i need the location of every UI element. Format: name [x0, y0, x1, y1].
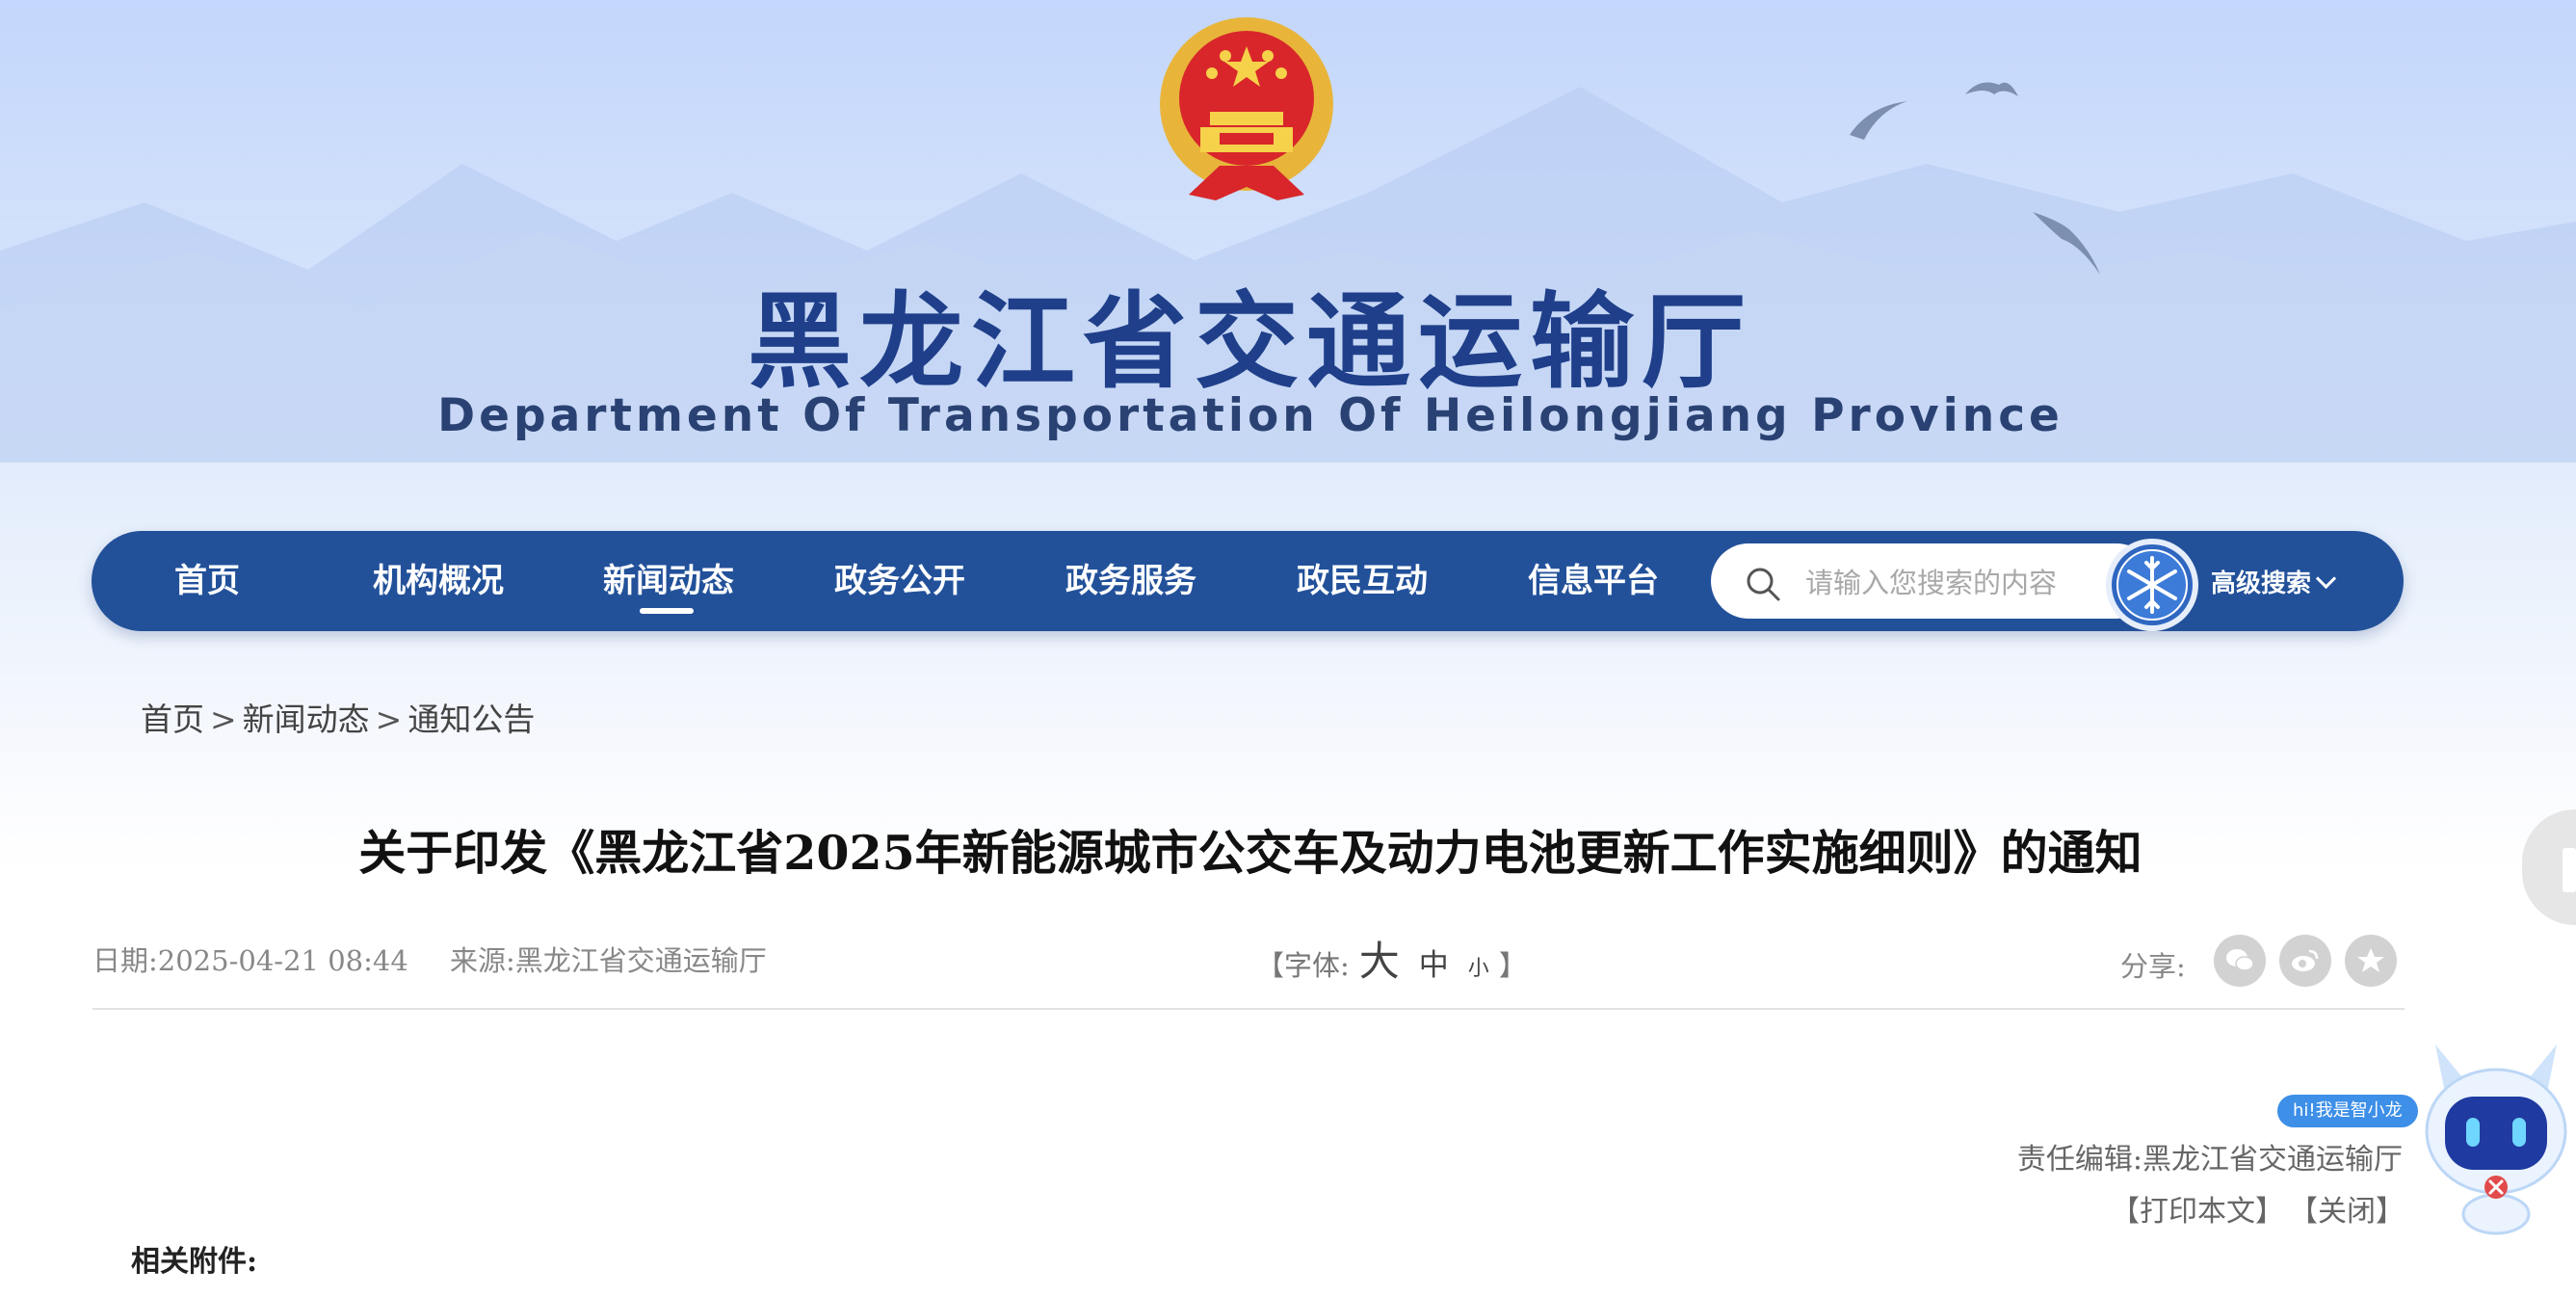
nav-item-about[interactable]: 机构概况 — [342, 531, 535, 631]
meta-divider — [92, 1008, 2405, 1010]
search-icon[interactable] — [1744, 565, 1782, 603]
breadcrumb: 首页 > 新闻动态 > 通知公告 — [141, 694, 535, 740]
nav-item-info-platform[interactable]: 信息平台 — [1497, 531, 1690, 631]
nav-item-interaction[interactable]: 政民互动 — [1266, 531, 1459, 631]
birds-decoration — [1850, 82, 2100, 275]
weibo-share-icon[interactable] — [2279, 935, 2331, 987]
breadcrumb-news[interactable]: 新闻动态 — [243, 701, 370, 738]
search-input[interactable] — [1803, 551, 2125, 615]
print-link[interactable]: 【打印本文】 — [2111, 1195, 2284, 1229]
attachments-label: 相关附件: — [131, 1245, 258, 1279]
chevron-down-icon — [2315, 568, 2337, 590]
nav-item-home[interactable]: 首页 — [111, 531, 303, 631]
favorite-star-icon[interactable] — [2345, 935, 2397, 987]
font-large-button[interactable]: 大 — [1359, 938, 1400, 985]
article-title: 关于印发《黑龙江省2025年新能源城市公交车及动力电池更新工作实施细则》的通知 — [358, 825, 2142, 881]
breadcrumb-separator: > — [375, 701, 403, 738]
article-date: 日期:2025-04-21 08:44 — [92, 944, 408, 977]
breadcrumb-home[interactable]: 首页 — [141, 701, 204, 738]
nav-item-news[interactable]: 新闻动态 — [572, 531, 765, 631]
assistant-greeting-bubble[interactable]: hi!我是智小龙 — [2277, 1095, 2418, 1127]
advanced-search-link[interactable]: 高级搜索 — [2211, 564, 2337, 599]
breadcrumb-separator: > — [210, 701, 237, 738]
wechat-share-icon[interactable] — [2214, 935, 2266, 987]
share-label: 分享: — [2120, 950, 2186, 983]
breadcrumb-notices[interactable]: 通知公告 — [407, 701, 535, 738]
site-title: 黑龙江省交通运输厅 — [747, 282, 1753, 403]
close-link[interactable]: 【关闭】 — [2303, 1195, 2405, 1229]
nav-item-gov-services[interactable]: 政务服务 — [1035, 531, 1227, 631]
responsible-editor: 责任编辑:黑龙江省交通运输厅 — [2016, 1143, 2403, 1177]
font-medium-button[interactable]: 中 — [1419, 948, 1449, 983]
font-small-button[interactable]: 小 — [1468, 957, 1489, 981]
article-actions: 【打印本文】 【关闭】 — [2091, 1187, 2405, 1230]
national-emblem-icon — [1160, 17, 1333, 200]
article-source: 来源:黑龙江省交通运输厅 — [450, 944, 767, 977]
snowflake-search-button[interactable] — [2104, 537, 2200, 633]
assistant-robot-icon[interactable] — [2416, 1035, 2576, 1237]
nav-item-gov-affairs[interactable]: 政务公开 — [803, 531, 996, 631]
site-subtitle: Department Of Transportation Of Heilongj… — [437, 389, 2063, 442]
font-size-controls: 【字体: 大中小】 — [1256, 938, 1527, 985]
